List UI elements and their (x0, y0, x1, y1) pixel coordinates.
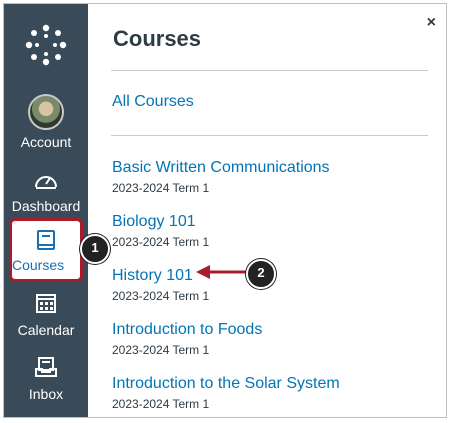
sidebar-item-label: Dashboard (11, 198, 81, 214)
courses-icon (37, 230, 55, 250)
course-term: 2023-2024 Term 1 (112, 289, 210, 303)
sidebar-item-label: Account (20, 134, 72, 150)
list-item[interactable]: Introduction to the Solar System 2023-20… (112, 374, 340, 411)
app-window: Account Dashboard Courses Calendar Inbox… (3, 3, 447, 418)
arrow-icon (196, 265, 250, 279)
list-item[interactable]: Biology 101 2023-2024 Term 1 (112, 212, 209, 249)
course-term: 2023-2024 Term 1 (112, 235, 210, 249)
course-term: 2023-2024 Term 1 (112, 397, 210, 411)
course-term: 2023-2024 Term 1 (112, 181, 210, 195)
course-link[interactable]: History 101 (112, 266, 209, 286)
sidebar-item-dashboard[interactable]: Dashboard (4, 170, 88, 214)
inbox-icon (35, 357, 57, 377)
sidebar-item-label: Courses (12, 257, 65, 273)
callout-2: 2 (246, 259, 276, 289)
divider (111, 70, 428, 71)
course-link[interactable]: Introduction to Foods (112, 320, 262, 340)
all-courses-link[interactable]: All Courses (112, 93, 194, 111)
list-item[interactable]: Basic Written Communications 2023-2024 T… (112, 158, 330, 195)
course-term: 2023-2024 Term 1 (112, 343, 210, 357)
callout-1: 1 (80, 234, 110, 264)
sidebar-item-label: Inbox (28, 386, 64, 402)
sidebar-item-inbox[interactable]: Inbox (4, 356, 88, 402)
course-link[interactable]: Basic Written Communications (112, 158, 330, 178)
sidebar-item-calendar[interactable]: Calendar (4, 292, 88, 338)
list-item[interactable]: History 101 2023-2024 Term 1 (112, 266, 209, 303)
courses-tray: Courses × All Courses Basic Written Comm… (88, 4, 446, 417)
calendar-icon (36, 294, 56, 313)
sidebar-item-account[interactable]: Account (4, 94, 88, 150)
sidebar-item-label: Calendar (17, 322, 75, 338)
list-item[interactable]: Introduction to Foods 2023-2024 Term 1 (112, 320, 262, 357)
global-nav-sidebar: Account Dashboard Courses Calendar Inbox (4, 4, 88, 417)
course-link[interactable]: Biology 101 (112, 212, 209, 232)
close-icon[interactable]: × (427, 14, 436, 32)
dashboard-icon (35, 176, 57, 189)
divider (111, 135, 428, 136)
course-link[interactable]: Introduction to the Solar System (112, 374, 340, 394)
avatar (28, 94, 64, 130)
page-title: Courses (113, 26, 202, 51)
sidebar-item-courses[interactable]: Courses (9, 218, 83, 282)
canvas-logo-icon[interactable] (24, 23, 68, 67)
